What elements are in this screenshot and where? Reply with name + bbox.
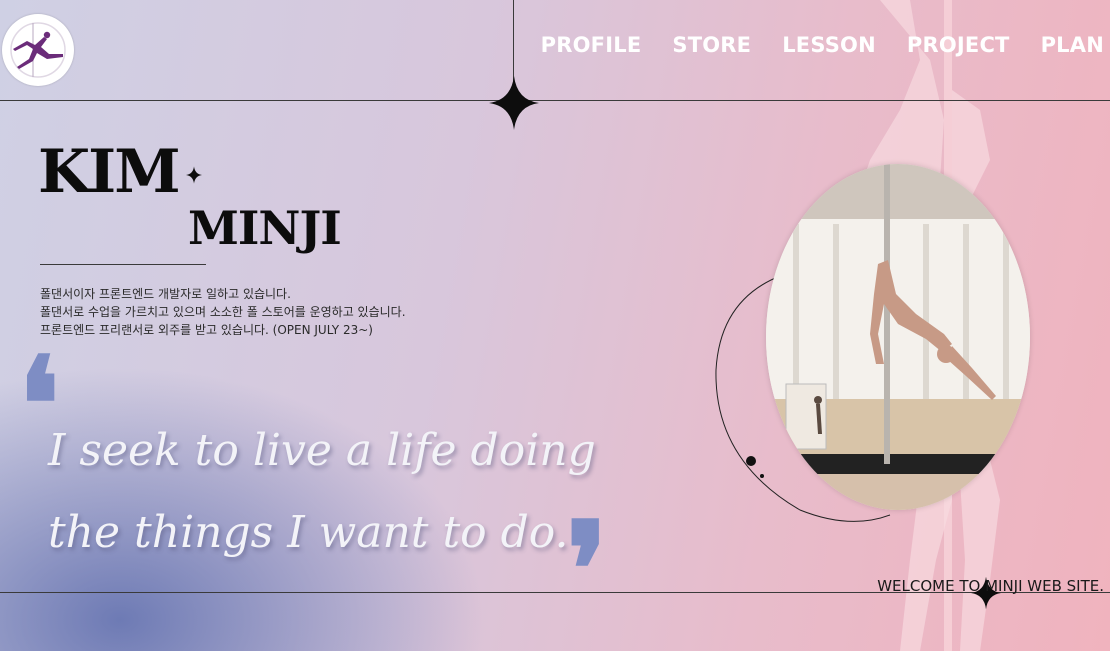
name-star-icon <box>186 166 202 184</box>
nav-store[interactable]: STORE <box>672 33 751 57</box>
pole-dancer-photo <box>766 164 1030 510</box>
header-divider <box>0 100 1110 101</box>
intro-line: 폴댄서이자 프론트엔드 개발자로 일하고 있습니다. <box>40 287 291 301</box>
last-name-heading: MINJI <box>188 201 342 255</box>
welcome-text: WELCOME TO MINJI WEB SITE. <box>877 577 1104 595</box>
intro-line: 폴댄서로 수업을 가르치고 있으며 소소한 폴 스토어를 운영하고 있습니다. <box>40 305 406 319</box>
nav-profile[interactable]: PROFILE <box>541 33 642 57</box>
first-name-heading: KIM <box>38 137 181 207</box>
nav-lesson[interactable]: LESSON <box>782 33 876 57</box>
pole-dancer-logo-icon <box>10 22 66 78</box>
name-underline <box>40 264 206 265</box>
nav-project[interactable]: PROJECT <box>907 33 1010 57</box>
quote-line: I seek to live a life doing <box>48 425 596 476</box>
intro-line: 프론트엔드 프리랜서로 외주를 받고 있습니다. (OPEN JULY 23~) <box>40 323 373 337</box>
close-quote-mark: ❜ <box>566 493 608 646</box>
nav-plan[interactable]: PLAN <box>1041 33 1104 57</box>
intro-text: 폴댄서이자 프론트엔드 개발자로 일하고 있습니다. 폴댄서로 수업을 가르치고… <box>40 285 406 339</box>
header-star-icon <box>489 76 539 130</box>
photo-image <box>766 164 1030 510</box>
main-nav: PROFILE STORE LESSON PROJECT PLAN <box>510 33 1104 57</box>
logo[interactable] <box>2 14 74 86</box>
